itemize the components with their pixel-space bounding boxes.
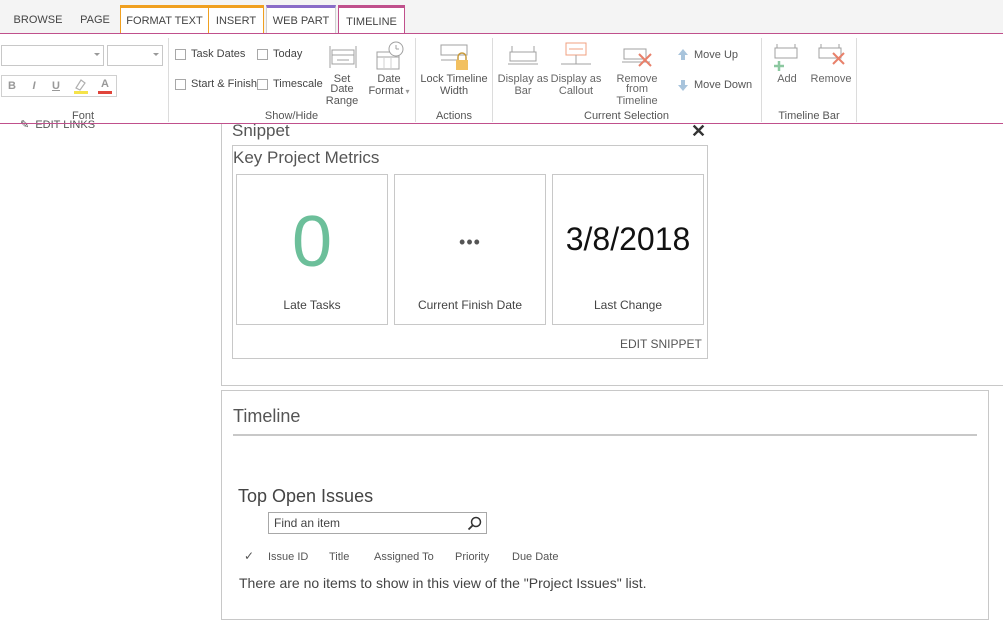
ribbon-tab-bar: BROWSE PAGE FORMAT TEXT INSERT WEB PART …	[0, 0, 1003, 35]
font-color-bar	[98, 91, 112, 94]
display-as-bar-label-1: Display as	[497, 73, 549, 85]
tab-format-text[interactable]: FORMAT TEXT	[120, 5, 209, 34]
key-project-metrics-title: Key Project Metrics	[233, 148, 380, 167]
find-item-search-box	[268, 512, 487, 534]
add-label: Add	[777, 73, 797, 85]
timescale-checkbox[interactable]: Timescale	[257, 78, 323, 90]
lock-timeline-width-button[interactable]: Lock Timeline Width	[420, 40, 488, 97]
late-tasks-caption: Late Tasks	[283, 298, 341, 312]
group-label-timeline-bar: Timeline Bar	[778, 110, 840, 122]
add-timeline-bar-button[interactable]: Add	[768, 40, 806, 85]
top-open-issues-title: Top Open Issues	[238, 486, 374, 506]
edit-links-label: EDIT LINKS	[35, 119, 96, 131]
tab-page[interactable]: PAGE	[72, 5, 118, 34]
tab-timeline[interactable]: TIMELINE	[338, 5, 405, 35]
display-as-bar-button[interactable]: Display as Bar	[497, 40, 549, 97]
empty-list-message: There are no items to show in this view …	[239, 575, 647, 591]
add-bar-icon	[774, 44, 798, 71]
highlighter-icon	[74, 79, 88, 94]
move-up-label: Move Up	[694, 49, 739, 61]
task-dates-label: Task Dates	[191, 48, 246, 60]
lock-width-icon	[440, 44, 468, 70]
set-date-range-button[interactable]: Set Date Range	[321, 40, 363, 107]
group-label-actions: Actions	[435, 110, 473, 122]
last-change-caption: Last Change	[593, 298, 663, 312]
display-as-callout-label-1: Display as	[550, 73, 602, 85]
today-checkbox[interactable]: Today	[257, 48, 302, 60]
search-input[interactable]	[274, 515, 464, 531]
column-header-issue-id[interactable]: Issue ID	[268, 551, 308, 563]
remove-label: Remove	[810, 73, 852, 85]
start-finish-label: Start & Finish	[191, 78, 258, 90]
lock-timeline-width-label-1: Lock Timeline	[420, 73, 488, 85]
metric-tile-current-finish-date: ••• Current Finish Date	[394, 174, 546, 325]
remove-from-timeline-icon	[622, 48, 652, 67]
date-format-label-2: Format ▾	[368, 85, 410, 97]
task-dates-checkbox[interactable]: Task Dates	[175, 48, 245, 60]
select-all-checkmark-icon[interactable]: ✓	[244, 549, 254, 563]
current-finish-date-caption: Current Finish Date	[417, 298, 523, 312]
tab-browse[interactable]: BROWSE	[5, 5, 71, 34]
date-format-label-1: Date	[377, 73, 401, 85]
italic-button[interactable]: I	[24, 76, 44, 96]
display-as-bar-label-2: Bar	[514, 85, 532, 97]
font-color-button[interactable]: A	[94, 76, 116, 96]
arrow-up-icon	[678, 49, 688, 60]
snippet-title: Snippet	[232, 121, 290, 140]
move-up-button[interactable]: Move Up	[675, 47, 738, 63]
timeline-title: Timeline	[233, 406, 301, 426]
pencil-icon: ✎	[20, 119, 36, 131]
font-color-letter: A	[101, 78, 109, 90]
column-header-priority[interactable]: Priority	[455, 551, 489, 563]
group-label-current-selection: Current Selection	[584, 110, 669, 122]
remove-from-timeline-label-2: Timeline	[616, 95, 658, 107]
lock-timeline-width-label-2: Width	[439, 85, 469, 97]
display-as-callout-label-2: Callout	[558, 85, 594, 97]
arrow-down-icon	[678, 80, 688, 91]
edit-snippet-link[interactable]: EDIT SNIPPET	[620, 337, 702, 351]
date-format-button[interactable]: Date Format ▾	[368, 40, 410, 97]
close-icon[interactable]: ✕	[691, 121, 706, 142]
metric-tile-late-tasks: 0 Late Tasks	[236, 174, 388, 325]
late-tasks-value: 0	[291, 202, 333, 282]
font-size-select[interactable]	[107, 45, 163, 66]
tab-web-part[interactable]: WEB PART	[266, 5, 336, 34]
bold-button[interactable]: B	[2, 76, 22, 96]
move-down-button[interactable]: Move Down	[675, 77, 752, 93]
column-header-title[interactable]: Title	[329, 551, 349, 563]
timescale-label: Timescale	[273, 78, 323, 90]
timeline-bar-icon	[508, 46, 538, 65]
search-icon[interactable]	[467, 516, 482, 531]
set-date-range-label-2: Range	[325, 95, 359, 107]
font-family-select[interactable]	[1, 45, 104, 66]
today-label: Today	[273, 48, 303, 60]
move-down-label: Move Down	[694, 79, 753, 91]
column-header-assigned-to[interactable]: Assigned To	[374, 551, 434, 563]
display-as-callout-button[interactable]: Display as Callout	[549, 40, 603, 97]
calendar-clock-icon	[376, 41, 404, 70]
remove-bar-icon	[818, 44, 845, 65]
remove-from-timeline-button[interactable]: Remove from Timeline	[604, 40, 670, 107]
column-header-due-date[interactable]: Due Date	[512, 551, 558, 563]
last-change-value: 3/8/2018	[565, 221, 691, 257]
start-finish-checkbox[interactable]: Start & Finish	[175, 78, 257, 90]
timeline-divider	[233, 434, 977, 436]
remove-from-timeline-label-1: Remove from	[616, 73, 658, 95]
highlight-color-button[interactable]	[70, 76, 92, 96]
metric-tile-last-change: 3/8/2018 Last Change	[552, 174, 704, 325]
group-label-show-hide: Show/Hide	[264, 110, 319, 122]
underline-button[interactable]: U	[46, 76, 66, 96]
remove-timeline-bar-button[interactable]: Remove	[810, 40, 852, 85]
set-date-range-label-1: Set Date	[330, 73, 354, 95]
group-divider	[856, 38, 857, 122]
callout-icon	[561, 42, 591, 65]
date-range-icon	[329, 46, 357, 68]
edit-links-link[interactable]: ✎ EDIT LINKS	[20, 118, 95, 131]
tab-insert[interactable]: INSERT	[209, 5, 264, 34]
ellipsis-icon: •••	[459, 232, 481, 252]
